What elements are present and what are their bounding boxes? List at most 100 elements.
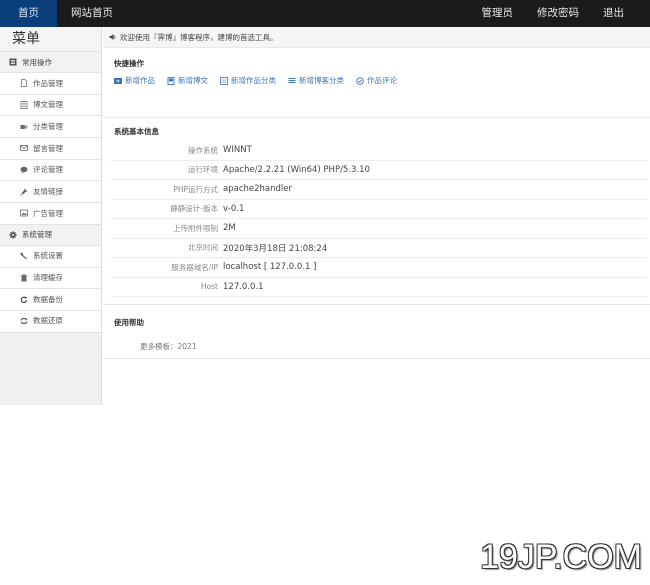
quick-link-label: 作品评论 <box>367 76 397 85</box>
nav-logout[interactable]: 退出 <box>591 0 636 27</box>
info-value: 2020年3月18日 21:08:24 <box>223 243 328 254</box>
help-panel: 使用帮助 更多模板：2021 <box>103 304 650 359</box>
info-value: localhost [ 127.0.0.1 ] <box>223 262 317 273</box>
info-label: 静静设计-版本 <box>170 204 218 214</box>
sidebar-item-messages[interactable]: 留言管理 <box>0 138 101 160</box>
sidebar-item-label: 友情链接 <box>33 186 63 196</box>
refresh-icon <box>20 296 28 304</box>
sidebar-item-label: 清理缓存 <box>33 273 63 282</box>
sidebar-item-label: 博文管理 <box>33 100 63 110</box>
sidebar-item-comments[interactable]: 评论管理 <box>0 159 101 182</box>
sidebar-item-backup[interactable]: 数据备份 <box>0 289 101 311</box>
info-row: PHP运行方式 apache2handler <box>111 180 647 200</box>
welcome-text: 欢迎使用『霁博』博客程序，建博的首选工具。 <box>120 32 278 42</box>
gear-icon <box>9 231 17 239</box>
quick-work-comments[interactable]: 作品评论 <box>356 75 397 86</box>
sidebar-item-posts[interactable]: 博文管理 <box>0 94 101 117</box>
nav-change-password[interactable]: 修改密码 <box>525 0 591 27</box>
top-navbar: 首页 网站首页 管理员 修改密码 退出 <box>0 0 650 27</box>
info-row: 上传附件限制 2M <box>111 219 647 239</box>
watermark: 19JP.COM <box>480 538 642 576</box>
ok-circle-icon <box>356 76 364 85</box>
help-text: 更多模板：2021 <box>140 342 197 351</box>
sidebar-group-label: 常用操作 <box>22 57 52 67</box>
sidebar-title: 菜单 <box>0 27 101 52</box>
nav-left: 首页 网站首页 <box>0 0 127 27</box>
tags-icon <box>20 123 28 131</box>
info-label: 操作系统 <box>188 145 218 155</box>
quick-add-blog-category[interactable]: 新增博客分类 <box>288 75 344 86</box>
quick-add-work-category[interactable]: 新增作品分类 <box>220 75 276 86</box>
sidebar-item-label: 数据备份 <box>33 294 63 304</box>
info-value: 2M <box>223 223 236 234</box>
info-value: Apache/2.2.21 (Win64) PHP/5.3.10 <box>223 164 370 175</box>
help-title: 使用帮助 <box>114 318 144 327</box>
file-icon <box>20 79 28 88</box>
comment-icon <box>20 166 28 174</box>
info-label: Host <box>200 282 218 292</box>
list-alt-icon <box>220 76 228 85</box>
quick-add-post[interactable]: 新增博文 <box>167 75 208 86</box>
sidebar-item-works[interactable]: 作品管理 <box>0 73 101 95</box>
nav-admin[interactable]: 管理员 <box>470 0 526 27</box>
document-icon <box>20 101 28 109</box>
film-icon <box>114 77 122 85</box>
info-value: apache2handler <box>223 184 292 195</box>
info-label: 服务器域名/IP <box>171 262 218 272</box>
list-icon <box>9 58 17 66</box>
quick-add-work[interactable]: 新增作品 <box>114 75 155 86</box>
info-row: 北京时间 2020年3月18日 21:08:24 <box>111 239 647 258</box>
volume-icon <box>109 33 117 41</box>
quick-link-label: 新增作品分类 <box>231 76 276 85</box>
nav-right: 管理员 修改密码 退出 <box>470 0 637 27</box>
sidebar: 菜单 常用操作 作品管理 博文管理 分类管理 留言管理 评论管理 友情链接 广告… <box>0 27 102 405</box>
welcome-notice: 欢迎使用『霁博』博客程序，建博的首选工具。 <box>103 27 650 48</box>
sidebar-item-label: 作品管理 <box>33 78 63 88</box>
info-row: 操作系统 WINNT <box>111 141 647 161</box>
quick-actions-links: 新增作品 新增博文 新增作品分类 新增博客分类 作品评论 <box>103 75 650 86</box>
info-value: WINNT <box>223 145 252 156</box>
picture-icon <box>20 209 28 217</box>
sidebar-item-clear-cache[interactable]: 清理缓存 <box>0 267 101 290</box>
sidebar-group-system[interactable]: 系统管理 <box>0 224 101 246</box>
quick-actions-title: 快捷操作 <box>114 59 144 68</box>
envelope-icon <box>20 144 28 152</box>
sidebar-item-label: 广告管理 <box>33 208 63 218</box>
wrench-icon <box>20 252 28 260</box>
quick-actions-panel: 快捷操作 新增作品 新增博文 新增作品分类 新增博客分类 作品评论 <box>103 48 650 118</box>
sidebar-item-ads[interactable]: 广告管理 <box>0 203 101 225</box>
info-value: 127.0.0.1 <box>223 281 264 292</box>
sidebar-item-settings[interactable]: 系统设置 <box>0 245 101 268</box>
quick-link-label: 新增博客分类 <box>299 76 344 85</box>
sidebar-item-label: 分类管理 <box>33 121 63 131</box>
info-label: 北京时间 <box>188 243 218 253</box>
info-row: 运行环境 Apache/2.2.21 (Win64) PHP/5.3.10 <box>111 161 647 180</box>
sidebar-group-common[interactable]: 常用操作 <box>0 52 101 73</box>
quick-link-label: 新增作品 <box>125 76 155 85</box>
info-label: 上传附件限制 <box>173 223 218 233</box>
sidebar-item-label: 系统设置 <box>33 251 63 261</box>
info-value: v-0.1 <box>223 203 245 214</box>
info-label: 运行环境 <box>188 165 218 175</box>
info-row: 服务器域名/IP localhost [ 127.0.0.1 ] <box>111 258 647 278</box>
book-icon <box>167 76 175 85</box>
info-label: PHP运行方式 <box>173 184 218 194</box>
main-content: 欢迎使用『霁博』博客程序，建博的首选工具。 快捷操作 新增作品 新增博文 新增作… <box>103 27 650 359</box>
system-info-title: 系统基本信息 <box>114 127 159 136</box>
pushpin-icon <box>20 188 28 196</box>
sidebar-item-categories[interactable]: 分类管理 <box>0 116 101 139</box>
system-info-table: 操作系统 WINNT 运行环境 Apache/2.2.21 (Win64) PHP/… <box>111 141 647 297</box>
sidebar-item-restore[interactable]: 数据还原 <box>0 310 101 333</box>
sidebar-item-links[interactable]: 友情链接 <box>0 181 101 204</box>
quick-link-label: 新增博文 <box>178 76 208 85</box>
sidebar-item-label: 评论管理 <box>33 165 63 175</box>
trash-icon <box>20 274 28 282</box>
info-row: Host 127.0.0.1 <box>111 278 647 297</box>
nav-home[interactable]: 首页 <box>0 0 57 27</box>
info-row: 静静设计-版本 v-0.1 <box>111 200 647 219</box>
align-justify-icon <box>288 77 296 85</box>
nav-site-home[interactable]: 网站首页 <box>57 0 127 27</box>
sidebar-item-label: 留言管理 <box>33 143 63 153</box>
sidebar-item-label: 数据还原 <box>33 316 63 326</box>
retweet-icon <box>20 317 28 325</box>
